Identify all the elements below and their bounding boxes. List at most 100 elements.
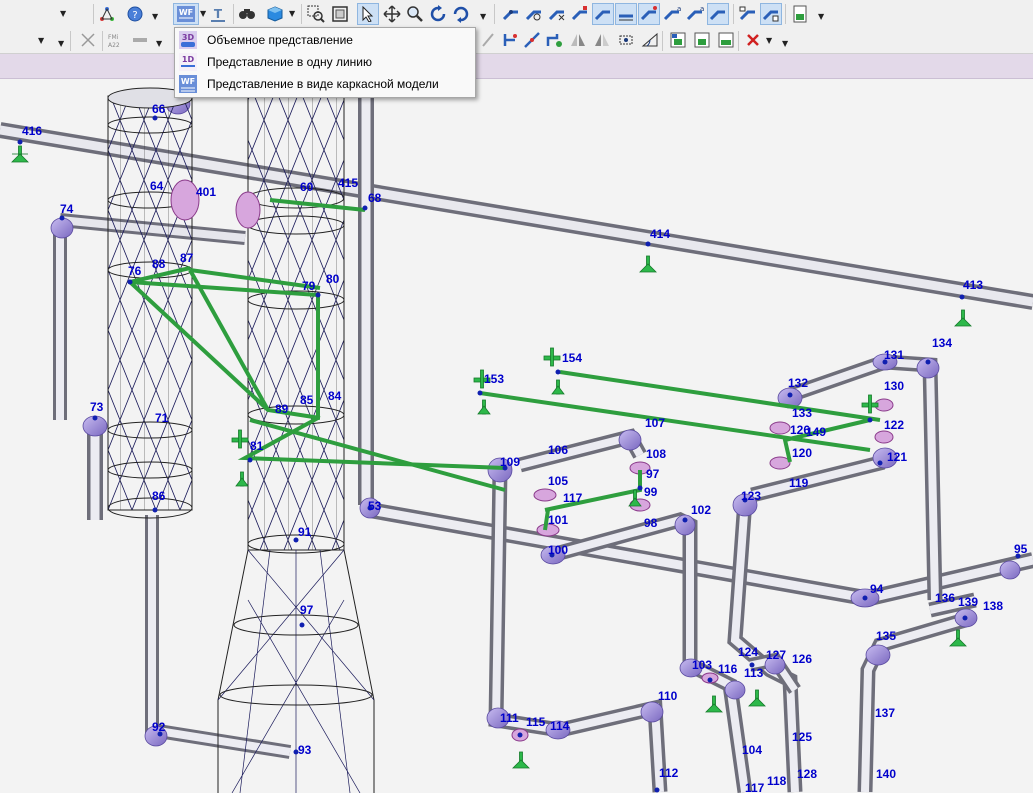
- table-icon[interactable]: [716, 30, 736, 50]
- node-icon[interactable]: [500, 30, 520, 50]
- select-icon[interactable]: [357, 3, 379, 25]
- dropdown-arrow-icon[interactable]: ▼: [782, 39, 788, 48]
- align-icon[interactable]: [478, 30, 498, 50]
- node-label: 132: [788, 376, 808, 390]
- node-label: 101: [548, 513, 568, 527]
- support-icon[interactable]: [592, 3, 614, 25]
- dropdown-arrow-icon[interactable]: ▼: [480, 12, 486, 21]
- report-icon[interactable]: [789, 3, 811, 25]
- weld-icon[interactable]: [638, 3, 660, 25]
- pipe-props-icon[interactable]: [737, 3, 759, 25]
- pipe-spec-icon[interactable]: [760, 3, 782, 25]
- orbit-icon[interactable]: [450, 3, 472, 25]
- node-label: 60: [300, 180, 314, 194]
- node-label: 91: [298, 525, 312, 539]
- toolbar-separator: [102, 31, 103, 51]
- disabled-icon[interactable]: [78, 30, 98, 50]
- svg-text:a: a: [700, 5, 704, 13]
- zoom-icon[interactable]: [404, 3, 426, 25]
- zoom-window-icon[interactable]: [305, 3, 327, 25]
- node-label: 127: [766, 648, 786, 662]
- node-label: 79: [302, 279, 316, 293]
- node-label: 124: [738, 645, 758, 659]
- node-label: 120: [792, 446, 812, 460]
- node-label: 85: [300, 393, 314, 407]
- split-icon[interactable]: [522, 30, 542, 50]
- menu-item-1d-view[interactable]: 1D Представление в одну линию: [175, 51, 475, 73]
- view-mode-menu: 3D Объемное представление 1D Представлен…: [174, 27, 476, 98]
- node-label: 401: [196, 185, 216, 199]
- mirror-2-icon[interactable]: [592, 30, 612, 50]
- dropdown-arrow-icon[interactable]: ▼: [156, 39, 162, 48]
- node-label: 102: [691, 503, 711, 517]
- node-label: 97: [646, 467, 660, 481]
- dropdown-arrow-icon[interactable]: ▼: [58, 39, 64, 48]
- join-icon[interactable]: [544, 30, 564, 50]
- coord-icon[interactable]: [96, 3, 118, 25]
- pipe-tool-icon[interactable]: [500, 3, 522, 25]
- node-label: 128: [797, 767, 817, 781]
- fitting-icon[interactable]: [523, 3, 545, 25]
- edit-icon[interactable]: [707, 3, 729, 25]
- rotate-node-icon[interactable]: [616, 30, 636, 50]
- flange-icon[interactable]: [569, 3, 591, 25]
- help-icon[interactable]: ?: [124, 3, 146, 25]
- node-label: 98: [644, 516, 658, 530]
- measure-icon[interactable]: [640, 30, 660, 50]
- svg-text:T: T: [214, 7, 223, 21]
- dropdown-arrow-icon[interactable]: ▼: [60, 9, 66, 18]
- add-node-icon[interactable]: [668, 30, 688, 50]
- menu-item-wireframe-view[interactable]: WF Представление в виде каркасной модели: [175, 73, 475, 95]
- 1d-view-icon: 1D: [179, 53, 197, 71]
- menu-item-3d-view[interactable]: 3D Объемное представление: [175, 29, 475, 51]
- node-label: 64: [150, 179, 164, 193]
- node-label: 135: [876, 629, 896, 643]
- dropdown-arrow-icon[interactable]: ▼: [766, 36, 772, 45]
- insulation-icon[interactable]: [615, 3, 637, 25]
- node-label: 123: [741, 489, 761, 503]
- node-label: 73: [90, 400, 104, 414]
- 3d-viewport[interactable]: 416 74 66 64 401 415 68 60 414 413 76 88 87 80 79 73 71 8…: [0, 79, 1033, 793]
- wireframe-view-button[interactable]: WF: [173, 3, 199, 25]
- zoom-extents-icon[interactable]: [329, 3, 351, 25]
- mirror-icon[interactable]: [568, 30, 588, 50]
- menu-item-label: Представление в виде каркасной модели: [207, 77, 439, 91]
- node-label: 111: [500, 711, 519, 725]
- delete-icon[interactable]: [743, 30, 763, 50]
- node-label: 100: [548, 543, 568, 557]
- valve-icon[interactable]: [546, 3, 568, 25]
- node-label: 154: [562, 351, 582, 365]
- pan-icon[interactable]: [381, 3, 403, 25]
- text-icon[interactable]: T: [207, 3, 229, 25]
- svg-text:1D: 1D: [182, 55, 195, 64]
- view-mode-dropdown-arrow[interactable]: ▼: [200, 9, 206, 18]
- node-label: 122: [884, 418, 904, 432]
- toolbar-separator: [733, 4, 734, 24]
- svg-text:?: ?: [132, 10, 137, 21]
- node-label: 107: [645, 416, 665, 430]
- node-label: 118: [767, 774, 787, 788]
- svg-text:WF: WF: [181, 77, 195, 86]
- dropdown-arrow-icon[interactable]: ▼: [152, 12, 158, 21]
- pipeline-model[interactable]: 416 74 66 64 401 415 68 60 414 413 76 88 87 80 79 73 71 8…: [0, 79, 1033, 793]
- toolbar-separator: [93, 4, 94, 24]
- formula-icon[interactable]: FMi A22: [106, 30, 126, 50]
- route-icon[interactable]: a: [684, 3, 706, 25]
- toolbar-separator: [233, 4, 234, 24]
- node-label: 80: [326, 272, 340, 286]
- node-label: 108: [646, 447, 666, 461]
- dropdown-arrow-icon[interactable]: ▼: [38, 36, 44, 45]
- find-icon[interactable]: [236, 3, 258, 25]
- secondary-toolbar: ▼ ▼ FMi A22 ▼ ▼ ▼: [0, 29, 1033, 54]
- line-icon[interactable]: [130, 30, 150, 50]
- toolbar-separator: [662, 31, 663, 51]
- rotate-icon[interactable]: [427, 3, 449, 25]
- menu-item-label: Представление в одну линию: [207, 55, 372, 69]
- component-icon[interactable]: a: [661, 3, 683, 25]
- node-label: 113: [744, 666, 764, 680]
- cube-icon[interactable]: [264, 3, 286, 25]
- node-label: 99: [644, 485, 658, 499]
- properties-icon[interactable]: [692, 30, 712, 50]
- dropdown-arrow-icon[interactable]: ▼: [818, 12, 824, 21]
- dropdown-arrow-icon[interactable]: ▼: [289, 9, 295, 18]
